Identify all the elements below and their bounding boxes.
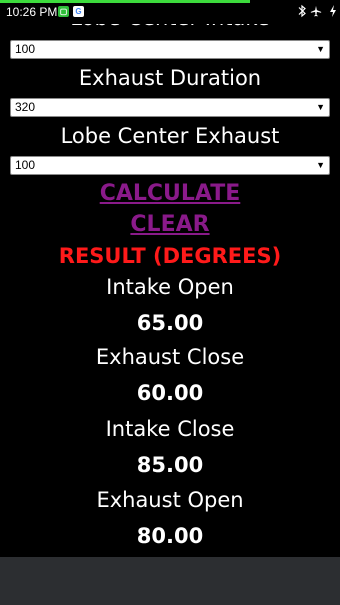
exhaust-open-label: Exhaust Open bbox=[96, 488, 244, 512]
calculate-button[interactable]: CALCULATE bbox=[0, 181, 340, 206]
airplane-mode-icon bbox=[310, 5, 322, 17]
exhaust-duration-select[interactable]: 320 ▼ bbox=[10, 98, 330, 117]
app-notification-icon: ▢ bbox=[58, 6, 69, 17]
exhaust-open-value: 80.00 bbox=[136, 524, 204, 548]
dropdown-arrow-icon: ▼ bbox=[316, 102, 325, 112]
intake-close-value: 85.00 bbox=[136, 453, 204, 477]
lobe-center-exhaust-select[interactable]: 100 ▼ bbox=[10, 156, 330, 175]
app-screen: Lobe Center Intake 100 ▼ Exhaust Duratio… bbox=[0, 0, 340, 605]
bluetooth-icon bbox=[298, 4, 306, 18]
bottom-navigation-bar bbox=[0, 557, 340, 605]
page-load-progress bbox=[0, 0, 250, 3]
exhaust-close-label: Exhaust Close bbox=[95, 345, 245, 369]
result-heading: RESULT (DEGREES) bbox=[58, 244, 282, 268]
battery-charging-icon bbox=[330, 5, 336, 17]
dropdown-arrow-icon: ▼ bbox=[316, 160, 325, 170]
clear-button[interactable]: CLEAR bbox=[0, 212, 340, 237]
lobe-center-exhaust-label: Lobe Center Exhaust bbox=[60, 124, 280, 148]
intake-close-label: Intake Close bbox=[105, 417, 235, 441]
exhaust-close-value: 60.00 bbox=[136, 381, 204, 405]
exhaust-duration-value: 320 bbox=[15, 100, 36, 114]
google-icon: G bbox=[73, 6, 84, 17]
lobe-center-exhaust-value: 100 bbox=[15, 158, 36, 172]
lobe-center-intake-value: 100 bbox=[15, 42, 36, 56]
intake-open-value: 65.00 bbox=[136, 311, 204, 335]
lobe-center-intake-select[interactable]: 100 ▼ bbox=[10, 40, 330, 59]
exhaust-duration-label: Exhaust Duration bbox=[78, 66, 262, 90]
status-bar: 10:26 PM ▢ G bbox=[0, 0, 340, 24]
intake-open-label: Intake Open bbox=[106, 275, 234, 299]
status-time: 10:26 PM bbox=[6, 5, 58, 19]
dropdown-arrow-icon: ▼ bbox=[316, 44, 325, 54]
